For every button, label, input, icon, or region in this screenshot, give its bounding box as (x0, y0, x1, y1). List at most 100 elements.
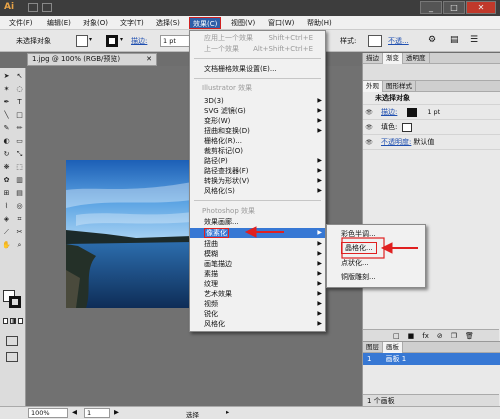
tab-gradient[interactable]: 渐变 (383, 52, 403, 64)
rotate-tool-icon[interactable]: ↻ (1, 149, 12, 160)
tab-stroke[interactable]: 描边 (363, 52, 383, 64)
effect-crop-marks-item[interactable]: 裁剪标记(O) (190, 146, 325, 156)
fill-row-swatch[interactable] (402, 122, 413, 132)
effect-rasterize-item[interactable]: 栅格化(R)... (190, 136, 325, 146)
effect-blur-item[interactable]: 模糊 ▶ (190, 249, 325, 259)
menu-help[interactable]: 帮助(H) (304, 17, 335, 29)
crop-tool-icon[interactable]: ⌗ (14, 214, 25, 225)
slice-tool-icon[interactable]: ⟋ (1, 227, 12, 238)
crystallize-item[interactable]: 晶格化... (327, 242, 425, 255)
gradient-tool-icon[interactable]: ▤ (14, 188, 25, 199)
stroke-color-swatch[interactable] (9, 296, 21, 308)
menu-window[interactable]: 窗口(W) (265, 17, 297, 29)
rectangle-tool-icon[interactable]: □ (14, 110, 25, 121)
effect-pathfinder-item[interactable]: 路径查找器(F) ▶ (190, 166, 325, 176)
pencil-tool-icon[interactable]: ✏ (14, 123, 25, 134)
paintbrush-tool-icon[interactable]: ✎ (1, 123, 12, 134)
effect-3d-item[interactable]: 3D(3) ▶ (190, 96, 325, 106)
appearance-stroke-row[interactable]: 👁 描边: 1 pt (363, 105, 500, 120)
workspace-icon[interactable] (42, 3, 52, 12)
clear-icon[interactable]: ⊘ (437, 332, 443, 340)
effect-sketch-item[interactable]: 素描 ▶ (190, 269, 325, 279)
stroke-row-swatch[interactable] (407, 107, 418, 117)
style-swatch[interactable] (368, 35, 382, 47)
gradient-mode-icon[interactable] (10, 318, 16, 324)
effect-svg-filter-item[interactable]: SVG 滤镜(G) ▶ (190, 106, 325, 116)
add-fill-icon[interactable]: ■ (408, 332, 415, 340)
lake-photo[interactable] (66, 160, 192, 308)
free-transform-tool-icon[interactable]: ⬚ (14, 162, 25, 173)
fill-swatch[interactable] (76, 35, 88, 47)
mesh-tool-icon[interactable]: ⊞ (1, 188, 12, 199)
effect-path-item[interactable]: 路径(P) ▶ (190, 156, 325, 166)
opacity-row-link[interactable]: 不透明度: (381, 137, 411, 147)
tab-transparency[interactable]: 透明度 (403, 52, 430, 64)
align-icon[interactable]: ▤ (450, 35, 459, 45)
lasso-tool-icon[interactable]: ◌ (14, 84, 25, 95)
effect-sharpen-item[interactable]: 锐化 ▶ (190, 309, 325, 319)
selection-tool-icon[interactable]: ➤ (1, 71, 12, 82)
graph-tool-icon[interactable]: ▥ (14, 175, 25, 186)
pointillize-item[interactable]: 点状化... (327, 257, 425, 270)
duplicate-icon[interactable]: ❐ (451, 332, 457, 340)
appearance-fill-row[interactable]: 👁 填色: (363, 120, 500, 135)
pen-tool-icon[interactable]: ✒ (1, 97, 12, 108)
stroke-link[interactable]: 描边: (131, 36, 147, 46)
menu-edit[interactable]: 编辑(E) (44, 17, 74, 29)
blob-brush-tool-icon[interactable]: ◐ (1, 136, 12, 147)
menu-select[interactable]: 选择(S) (153, 17, 183, 29)
bridge-icon[interactable] (28, 3, 38, 12)
line-tool-icon[interactable]: ╲ (1, 110, 12, 121)
color-halftone-item[interactable]: 彩色半调... (327, 228, 425, 241)
eye-icon[interactable]: 👁 (365, 124, 373, 131)
effect-stylize-ps-item[interactable]: 风格化 ▶ (190, 319, 325, 329)
close-icon[interactable]: ✕ (146, 54, 152, 65)
trash-icon[interactable]: 🗑 (465, 332, 474, 340)
tab-artboards[interactable]: 画板 (383, 341, 403, 353)
menu-effect[interactable]: 效果(C) (189, 17, 222, 29)
appearance-opacity-row[interactable]: 👁 不透明度: 默认值 (363, 135, 500, 150)
effect-warp-item[interactable]: 变形(W) ▶ (190, 116, 325, 126)
status-menu-icon[interactable]: ▸ (226, 408, 229, 416)
stroke-swatch[interactable] (106, 35, 118, 47)
menu-object[interactable]: 对象(O) (80, 17, 111, 29)
effect-brush-strokes-item[interactable]: 画笔描边 ▶ (190, 259, 325, 269)
symbol-sprayer-tool-icon[interactable]: ✿ (1, 175, 12, 186)
fx-icon[interactable]: fx (422, 332, 429, 340)
close-button[interactable]: ✕ (466, 1, 496, 14)
screen-mode-icon[interactable] (6, 352, 18, 362)
magic-wand-tool-icon[interactable]: ✶ (1, 84, 12, 95)
chevron-down-icon[interactable]: ▾ (89, 36, 92, 43)
effect-convert-shape-item[interactable]: 转换为形状(V) ▶ (190, 176, 325, 186)
scissors-tool-icon[interactable]: ✂ (14, 227, 25, 238)
add-stroke-icon[interactable]: □ (393, 332, 400, 340)
effect-distort-item[interactable]: 扭曲 ▶ (190, 239, 325, 249)
eyedropper-tool-icon[interactable]: ⌇ (1, 201, 12, 212)
menu-type[interactable]: 文字(T) (117, 17, 147, 29)
effect-gallery-item[interactable]: 效果画廊... (190, 217, 325, 227)
draw-mode-icon[interactable] (6, 336, 18, 346)
last-effect-item[interactable]: 上一个效果 Alt+Shift+Ctrl+E (190, 44, 325, 54)
menu-file[interactable]: 文件(F) (6, 17, 36, 29)
effect-texture-item[interactable]: 纹理 ▶ (190, 279, 325, 289)
tab-layers[interactable]: 图层 (363, 341, 383, 353)
tab-graphic-styles[interactable]: 图形样式 (383, 80, 416, 92)
menu-view[interactable]: 视图(V) (228, 17, 258, 29)
artboard-row[interactable]: 1 画板 1 (363, 353, 500, 365)
hand-tool-icon[interactable]: ✋ (1, 240, 12, 251)
eraser-tool-icon[interactable]: ▭ (14, 136, 25, 147)
next-page-icon[interactable]: ▶ (114, 408, 119, 416)
tab-appearance[interactable]: 外观 (363, 80, 383, 92)
effect-pixelate-item[interactable]: 像素化 ▶ (190, 228, 325, 238)
effect-video-item[interactable]: 视频 ▶ (190, 299, 325, 309)
none-mode-icon[interactable] (17, 318, 23, 324)
effect-stylize-ai-item[interactable]: 风格化(S) ▶ (190, 186, 325, 196)
color-mode-icon[interactable] (3, 318, 9, 324)
panel-menu-icon[interactable]: ☰ (470, 35, 478, 45)
maximize-button[interactable]: □ (443, 1, 465, 14)
apply-last-effect-item[interactable]: 应用上一个效果 Shift+Ctrl+E (190, 33, 325, 43)
effect-distort-transform-item[interactable]: 扭曲和变换(D) ▶ (190, 126, 325, 136)
eye-icon[interactable]: 👁 (365, 139, 373, 146)
warp-tool-icon[interactable]: ❋ (1, 162, 12, 173)
opacity-link[interactable]: 不透... (388, 36, 409, 46)
